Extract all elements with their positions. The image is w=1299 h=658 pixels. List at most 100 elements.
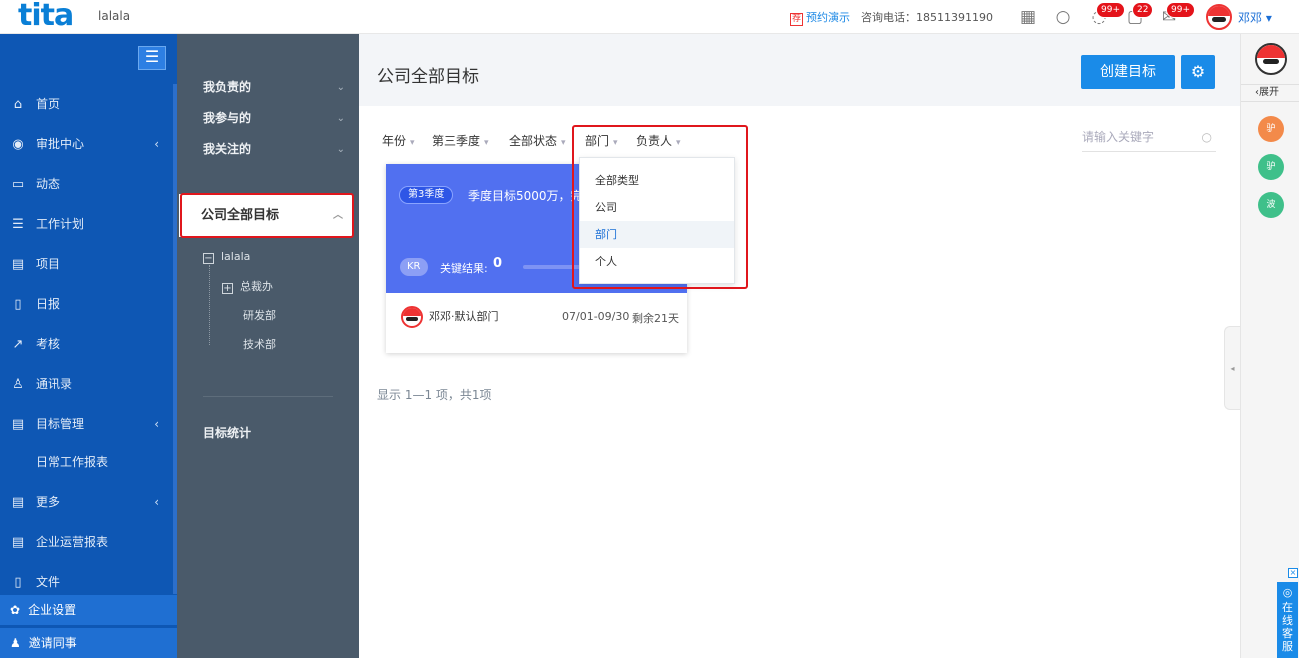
work-plan-icon: ☰ [12, 217, 24, 232]
search-icon[interactable]: ○ [1052, 6, 1074, 28]
tree-node-root[interactable]: − lalala [203, 250, 250, 264]
chat-badge: 99+ [1096, 2, 1125, 18]
chevron-down-icon[interactable]: ⌄ [337, 144, 345, 155]
side-drawer-handle[interactable]: ◂ [1224, 326, 1240, 410]
mail-icon[interactable]: ✉ 99+ [1158, 2, 1195, 28]
avatar [401, 306, 423, 328]
caret-down-icon: ▾ [561, 138, 566, 148]
close-icon[interactable]: × [1288, 568, 1298, 578]
sidebar-item-daily-work-report[interactable]: 日常工作报表 [0, 442, 177, 482]
nav-my-responsible[interactable]: 我负责的 [203, 78, 251, 95]
sidebar-item-project[interactable]: ▤ 项目 [0, 244, 177, 284]
tree-label: 总裁办 [240, 280, 273, 293]
chat-bubble-icon: ◎ [1282, 586, 1293, 599]
tree-node-rd[interactable]: 研发部 [243, 307, 276, 323]
collapse-icon[interactable]: − [203, 253, 214, 264]
create-goal-button[interactable]: 创建目标 [1081, 55, 1175, 89]
online-service-button[interactable]: ◎ 在线客服 [1277, 582, 1298, 658]
sidebar-item-home[interactable]: ⌂ 首页 [0, 84, 177, 124]
sidebar-item-assessment[interactable]: ↗ 考核 [0, 324, 177, 364]
chevron-down-icon[interactable]: ⌄ [337, 82, 345, 93]
page-header: 公司全部目标 创建目标 ⚙ [359, 34, 1240, 106]
tree-label: 研发部 [243, 309, 276, 322]
sidebar-item-label: 更多 [36, 495, 61, 509]
expand-icon[interactable]: + [222, 283, 233, 294]
chat-icon[interactable]: ◌ 99+ [1088, 2, 1125, 28]
goal-owner[interactable]: 邓邓·默认部门 [401, 306, 499, 328]
divider [203, 396, 333, 397]
service-label: 在线客服 [1282, 601, 1293, 653]
demo-label[interactable]: 预约演示 [806, 11, 850, 24]
menu-toggle-icon[interactable]: ☰ [138, 46, 166, 70]
sidebar-item-label: 目标管理 [36, 417, 85, 431]
tree-node-ceo[interactable]: + 总裁办 [222, 278, 273, 294]
tree-label: 技术部 [243, 338, 276, 351]
gear-icon[interactable]: ⚙ [1181, 55, 1215, 89]
approval-icon: ◉ [12, 137, 24, 152]
tita-logo[interactable]: tita [18, 1, 74, 31]
contact-initial: 波 [1266, 200, 1276, 210]
filter-label: 年份 [382, 134, 407, 148]
expand-button[interactable]: ‹展开 [1241, 84, 1299, 102]
sidebar-item-label: 工作计划 [36, 217, 85, 231]
contact-initial: 驴 [1266, 124, 1276, 134]
username[interactable]: 邓邓 ▾ [1238, 9, 1272, 26]
nav-my-followed[interactable]: 我关注的 [203, 140, 251, 157]
caret-down-icon: ▾ [484, 138, 489, 148]
search-icon[interactable]: ○ [1202, 127, 1212, 147]
recommend-icon: 荐 [790, 13, 803, 26]
quarter-badge: 第3季度 [399, 186, 454, 204]
sidebar-item-daily-report[interactable]: ▯ 日报 [0, 284, 177, 324]
nav-my-joined[interactable]: 我参与的 [203, 109, 251, 126]
avatar[interactable] [1255, 43, 1287, 75]
task-badge: 22 [1132, 2, 1154, 18]
chevron-left-icon: ‹ [154, 417, 159, 431]
sidebar-item-label: 文件 [36, 575, 61, 589]
goal-management-icon: ▤ [11, 417, 25, 432]
filter-quarter[interactable]: 第三季度 ▾ [432, 132, 489, 149]
sidebar-item-label: 审批中心 [36, 137, 85, 151]
sidebar-item-invite[interactable]: ♟ 邀请同事 [0, 628, 177, 658]
business-report-icon: ▤ [11, 535, 25, 550]
sidebar-item-work-plan[interactable]: ☰ 工作计划 [0, 204, 177, 244]
highlight-box [572, 125, 748, 289]
project-icon: ▤ [11, 257, 25, 272]
chevron-down-icon[interactable]: ⌄ [337, 113, 345, 124]
tree-node-tech[interactable]: 技术部 [243, 336, 276, 352]
sidebar-item-settings[interactable]: ✿ 企业设置 [0, 595, 177, 625]
main-sidebar: ☰ ⌂ 首页 ◉ 审批中心 ‹ ▭ 动态 ☰ 工作计划 ▤ 项目 ▯ 日报 ↗ 考核 ♙ 通讯录 ▤ 目标管理 ‹ 日常… [0, 34, 177, 658]
filter-status[interactable]: 全部状态 ▾ [509, 132, 566, 149]
sidebar-item-approval[interactable]: ◉ 审批中心 ‹ [0, 124, 177, 164]
sidebar-item-business-report[interactable]: ▤ 企业运营报表 [0, 522, 177, 562]
calendar-icon[interactable]: ▦ [1017, 6, 1039, 28]
kr-label: 关键结果: [440, 262, 488, 275]
main-content: 公司全部目标 创建目标 ⚙ 年份 ▾ 第三季度 ▾ 全部状态 ▾ 部门 ▾ 负责人 ▾ 请… [359, 34, 1240, 658]
invite-icon: ♟ [10, 636, 21, 650]
page-title: 公司全部目标 [377, 67, 479, 87]
mail-badge: 99+ [1166, 2, 1195, 18]
task-icon[interactable]: ▢ 22 [1124, 2, 1154, 28]
contact-avatar[interactable]: 驴 [1258, 116, 1284, 142]
contacts-icon: ♙ [12, 377, 24, 392]
feed-icon: ▭ [11, 177, 25, 192]
user-menu[interactable]: 邓邓 ▾ [1206, 4, 1272, 30]
search-input[interactable]: 请输入关键字 ○ [1082, 127, 1216, 152]
demo-link[interactable]: 荐预约演示 [790, 9, 850, 26]
sidebar-item-contacts[interactable]: ♙ 通讯录 [0, 364, 177, 404]
sidebar-item-feed[interactable]: ▭ 动态 [0, 164, 177, 204]
date-range: 07/01-09/30 [562, 310, 630, 323]
settings-icon: ✿ [10, 603, 21, 617]
right-sidebar: ‹展开 驴 驴 波 [1240, 34, 1299, 658]
sidebar-item-goal-management[interactable]: ▤ 目标管理 ‹ [0, 404, 177, 444]
nav-goal-stats[interactable]: 目标统计 [203, 424, 251, 441]
goal-nav-panel: 我负责的 ⌄ 我参与的 ⌄ 我关注的 ⌄ 公司全部目标 ︿ − lalala + 总裁… [177, 34, 359, 658]
kr-badge: KR [400, 258, 428, 276]
contact-avatar[interactable]: 驴 [1258, 154, 1284, 180]
filter-label: 全部状态 [509, 134, 558, 148]
filter-year[interactable]: 年份 ▾ [382, 132, 415, 149]
goal-title[interactable]: 季度目标5000万，完 [468, 187, 583, 204]
sidebar-item-label: 企业设置 [28, 603, 77, 617]
more-icon: ▤ [11, 495, 25, 510]
sidebar-item-more[interactable]: ▤ 更多 ‹ [0, 482, 177, 522]
contact-avatar[interactable]: 波 [1258, 192, 1284, 218]
